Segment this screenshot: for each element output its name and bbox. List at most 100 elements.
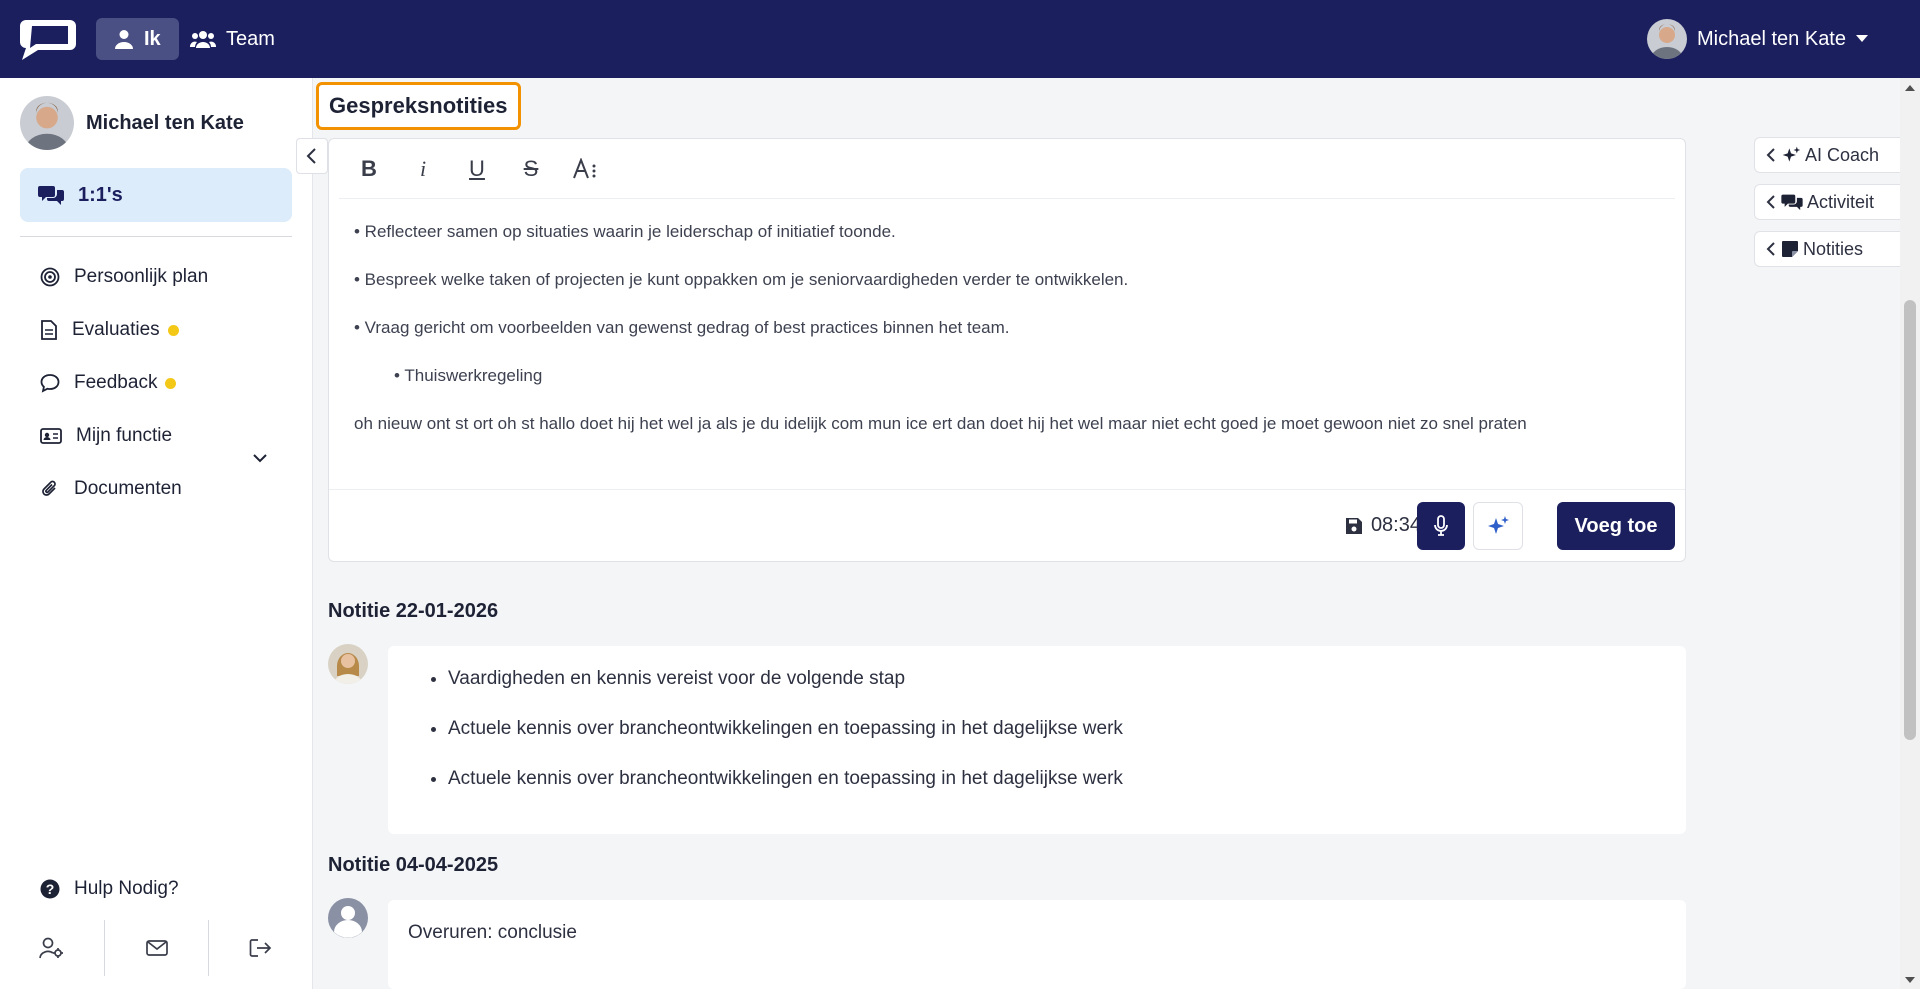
sidebar: Michael ten Kate 1:1's Persoonlijk plan …	[0, 78, 313, 989]
sidebar-item-label: 1:1's	[78, 183, 123, 206]
ai-assist-button[interactable]	[1473, 502, 1523, 550]
page-scrollbar[interactable]	[1900, 78, 1920, 989]
italic-button[interactable]: i	[405, 151, 441, 187]
note-card: Overuren: conclusie	[388, 900, 1686, 989]
sidebar-item-label: Feedback	[74, 372, 158, 393]
editor-footer: 08:34 Voeg toe	[329, 489, 1685, 561]
collapse-sidebar-button[interactable]	[296, 138, 328, 174]
chevron-left-icon	[306, 148, 316, 164]
editor-line: • Bespreek welke taken of projecten je k…	[354, 270, 1129, 289]
bold-button[interactable]: B	[351, 151, 387, 187]
avatar	[328, 644, 368, 684]
notification-badge	[165, 377, 177, 389]
chevron-left-icon	[1766, 242, 1775, 256]
sparkles-icon	[1488, 516, 1509, 534]
sidebar-item-persoonlijk-plan[interactable]: Persoonlijk plan	[40, 260, 208, 294]
document-icon	[41, 320, 57, 340]
panel-tab-label: Activiteit	[1807, 191, 1875, 212]
panel-tab-label: AI Coach	[1805, 144, 1880, 165]
page-title: Gespreksnotities	[316, 82, 521, 130]
note-title: Notitie 22-01-2026	[328, 600, 499, 622]
font-size-icon	[573, 157, 596, 178]
panel-tab-ai-coach[interactable]: AI Coach	[1754, 137, 1920, 173]
nav-tab-label: Ik	[144, 27, 161, 50]
user-name: Michael ten Kate	[1697, 27, 1846, 50]
scroll-up-icon	[1905, 85, 1915, 91]
editor-content[interactable]: • Reflecteer samen op situaties waarin j…	[354, 221, 1665, 461]
sidebar-item-evaluaties[interactable]: Evaluaties	[40, 313, 179, 347]
caret-down-icon	[1856, 35, 1868, 42]
note-text: Overuren: conclusie	[408, 922, 577, 943]
underline-button[interactable]: U	[459, 151, 495, 187]
sidebar-item-label: Evaluaties	[72, 319, 160, 340]
id-card-icon	[40, 428, 62, 444]
sidebar-item-documenten[interactable]: Documenten	[40, 472, 182, 506]
editor-line: • Vraag gericht om voorbeelden van gewen…	[354, 318, 1010, 337]
avatar	[1647, 19, 1688, 59]
record-voice-button[interactable]	[1417, 502, 1465, 550]
paperclip-icon	[42, 480, 56, 496]
envelope-icon	[145, 940, 168, 956]
note-title: Notitie 04-04-2025	[328, 854, 499, 876]
scrollbar-thumb[interactable]	[1904, 300, 1916, 740]
user-gear-icon	[38, 937, 63, 959]
app-logo[interactable]	[18, 18, 78, 62]
speech-bubble-icon	[40, 374, 60, 393]
sparkles-icon	[1782, 146, 1801, 162]
users-icon	[190, 31, 216, 48]
divider	[20, 236, 292, 237]
sidebar-item-one-on-ones[interactable]: 1:1's	[20, 168, 292, 222]
scroll-down-icon	[1905, 977, 1915, 983]
svg-text:?: ?	[46, 881, 55, 897]
save-icon	[1345, 517, 1362, 534]
help-label: Hulp Nodig?	[74, 878, 179, 899]
help-link[interactable]: ? Hulp Nodig?	[40, 872, 179, 906]
editor-line: • Reflecteer samen op situaties waarin j…	[354, 222, 896, 241]
list-item: Vaardigheden en kennis vereist voor de v…	[448, 666, 1686, 716]
sidebar-item-feedback[interactable]: Feedback	[40, 366, 177, 400]
question-circle-icon: ?	[40, 879, 60, 899]
top-navigation-bar: Ik Team Michael ten Kate	[0, 0, 1920, 78]
logout-button[interactable]	[209, 920, 313, 976]
nav-tab-label: Team	[226, 27, 275, 50]
logout-icon	[249, 939, 272, 957]
list-item: Actuele kennis over brancheontwikkelinge…	[448, 766, 1686, 816]
notification-badge	[167, 324, 179, 336]
editor-toolbar: B i U S	[339, 139, 1675, 199]
microphone-icon	[1434, 515, 1448, 536]
user-menu[interactable]: Michael ten Kate	[1647, 14, 1868, 64]
recording-timer: 08:34	[1345, 514, 1421, 537]
sticky-note-icon	[1782, 241, 1798, 257]
user-icon	[115, 30, 133, 49]
note-card: Vaardigheden en kennis vereist voor de v…	[388, 646, 1686, 834]
sidebar-user: Michael ten Kate	[20, 96, 244, 150]
chevron-left-icon	[1766, 148, 1775, 162]
note-editor[interactable]: B i U S • Reflecteer samen op situaties …	[328, 138, 1686, 562]
sidebar-item-label: Persoonlijk plan	[74, 266, 209, 287]
user-settings-button[interactable]	[0, 920, 105, 976]
text-size-button[interactable]	[567, 151, 603, 187]
sidebar-user-name: Michael ten Kate	[86, 111, 244, 134]
comments-icon	[38, 186, 64, 205]
chevron-down-icon[interactable]	[250, 448, 270, 468]
strikethrough-button[interactable]: S	[513, 151, 549, 187]
list-item: Actuele kennis over brancheontwikkelinge…	[448, 716, 1686, 766]
messages-button[interactable]	[105, 920, 210, 976]
nav-tab-ik[interactable]: Ik	[96, 18, 179, 60]
chevron-left-icon	[1766, 195, 1775, 209]
nav-tab-team[interactable]: Team	[172, 18, 293, 60]
timer-value: 08:34	[1370, 514, 1421, 536]
sidebar-item-label: Mijn functie	[76, 425, 173, 446]
panel-tab-notities[interactable]: Notities	[1754, 231, 1920, 267]
add-note-button[interactable]: Voeg toe	[1557, 502, 1675, 550]
panel-tab-activiteit[interactable]: Activiteit	[1754, 184, 1920, 220]
avatar	[20, 96, 74, 150]
editor-free-text: oh nieuw ont st ort oh st hallo doet hij…	[354, 414, 1527, 433]
comments-icon	[1781, 194, 1803, 211]
panel-tab-label: Notities	[1803, 238, 1864, 259]
avatar	[328, 898, 368, 938]
sidebar-item-mijn-functie[interactable]: Mijn functie	[40, 419, 172, 453]
note-list: Vaardigheden en kennis vereist voor de v…	[388, 666, 1686, 816]
sidebar-bottom-actions	[0, 920, 313, 976]
editor-sub-item: • Thuiswerkregeling	[394, 366, 543, 385]
